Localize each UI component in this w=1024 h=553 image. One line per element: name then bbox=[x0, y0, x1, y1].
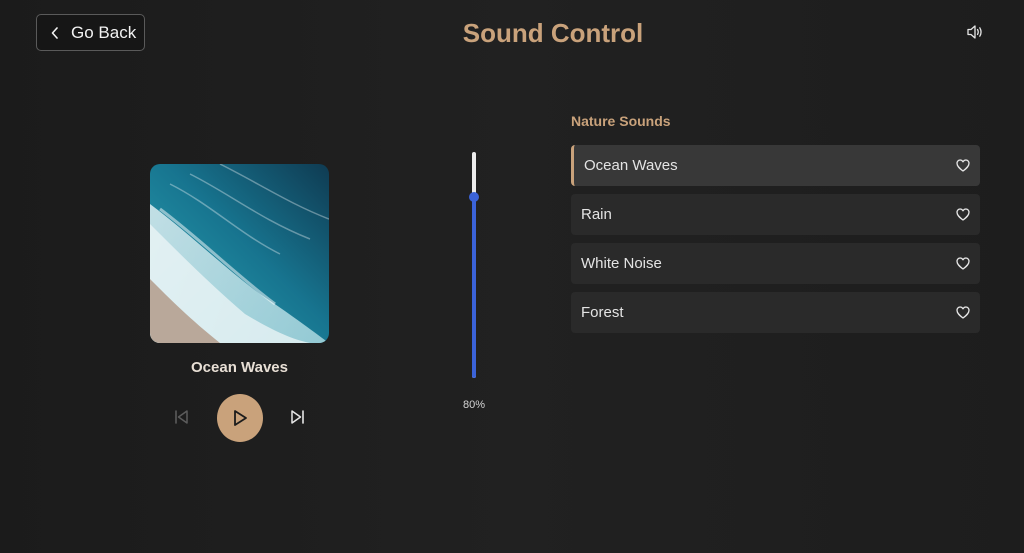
next-icon[interactable] bbox=[290, 408, 306, 426]
heart-icon[interactable] bbox=[956, 257, 970, 270]
sound-item-label: Forest bbox=[581, 304, 624, 321]
volume-fill bbox=[472, 197, 476, 378]
volume-thumb[interactable] bbox=[469, 192, 479, 203]
heart-icon[interactable] bbox=[956, 208, 970, 221]
sound-item-label: Rain bbox=[581, 206, 612, 223]
sound-item-white-noise[interactable]: White Noise bbox=[571, 243, 980, 284]
heart-icon[interactable] bbox=[956, 306, 970, 319]
volume-percent: 80% bbox=[462, 399, 486, 411]
sound-control-page: Go Back Sound Control Ocean Waves 80% Na… bbox=[0, 0, 1024, 553]
sound-item-rain[interactable]: Rain bbox=[571, 194, 980, 235]
play-button[interactable] bbox=[217, 394, 263, 442]
album-cover bbox=[150, 164, 329, 343]
sound-item-label: Ocean Waves bbox=[584, 157, 678, 174]
nature-sounds-heading: Nature Sounds bbox=[571, 113, 671, 129]
heart-icon[interactable] bbox=[956, 159, 970, 172]
sound-item-label: White Noise bbox=[581, 255, 662, 272]
sound-item-forest[interactable]: Forest bbox=[571, 292, 980, 333]
play-icon bbox=[234, 410, 247, 426]
playback-controls bbox=[168, 394, 308, 442]
page-title: Sound Control bbox=[462, 18, 644, 48]
previous-icon[interactable] bbox=[173, 408, 189, 426]
sound-list: Ocean Waves Rain White Noise Forest bbox=[571, 145, 980, 341]
speaker-icon[interactable] bbox=[966, 24, 984, 40]
volume-slider[interactable] bbox=[468, 152, 480, 378]
track-title: Ocean Waves bbox=[191, 359, 288, 376]
sound-item-ocean-waves[interactable]: Ocean Waves bbox=[571, 145, 980, 186]
